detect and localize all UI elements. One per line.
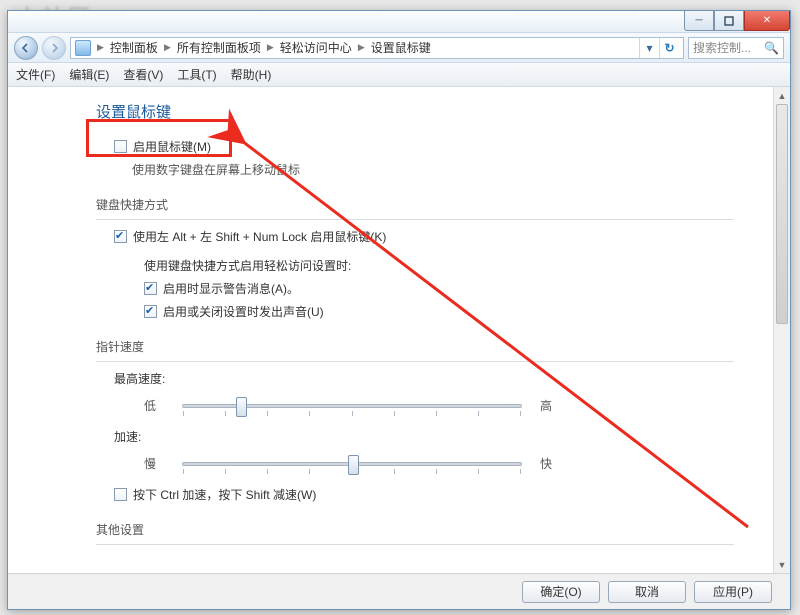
window-controls: ─ ✕ [684,11,790,31]
enable-mouse-keys-desc: 使用数字键盘在屏幕上移动鼠标 [132,161,734,178]
content-area: 设置鼠标键 启用鼠标键(M) 使用数字键盘在屏幕上移动鼠标 键盘快捷方式 使用左… [8,87,790,573]
menu-help[interactable]: 帮助(H) [231,66,272,83]
accel-slider[interactable] [182,462,522,466]
menu-bar: 文件(F) 编辑(E) 查看(V) 工具(T) 帮助(H) [8,63,790,87]
chevron-right-icon: ▶ [162,42,173,53]
slider-low-label: 低 [144,397,164,414]
breadcrumb-item[interactable]: 设置鼠标键 [371,39,431,56]
other-section-label: 其他设置 [96,521,734,538]
apply-button[interactable]: 应用(P) [694,581,772,603]
nav-back-button[interactable] [14,36,38,60]
breadcrumb-bar[interactable]: ▶ 控制面板 ▶ 所有控制面板项 ▶ 轻松访问中心 ▶ 设置鼠标键 ▾ ↻ [70,37,684,59]
enable-mouse-keys-label: 启用鼠标键(M) [133,138,211,155]
history-dropdown-button[interactable]: ▾ [639,38,659,58]
make-sound-checkbox[interactable] [144,305,157,318]
minimize-button[interactable]: ─ [684,11,714,31]
breadcrumb-item[interactable]: 控制面板 [110,39,158,56]
top-speed-label: 最高速度: [114,370,734,387]
top-speed-thumb[interactable] [236,397,247,417]
vertical-scrollbar[interactable]: ▲ ▼ [773,87,790,573]
slider-high-label: 高 [540,397,560,414]
accel-label: 加速: [114,428,734,445]
make-sound-label: 启用或关闭设置时发出声音(U) [163,303,324,320]
top-speed-slider-row: 低 高 [144,397,734,414]
chevron-right-icon: ▶ [356,42,367,53]
dialog-footer: 确定(O) 取消 应用(P) [8,573,790,609]
control-panel-icon [75,40,91,56]
shortcut-toggle-label: 使用左 Alt + 左 Shift + Num Lock 启用鼠标键(K) [133,228,386,245]
search-placeholder: 搜索控制... [693,39,751,56]
scrollbar-thumb[interactable] [776,104,788,324]
divider [96,544,734,545]
close-button[interactable]: ✕ [744,11,790,31]
search-icon: 🔍 [764,41,779,55]
shortcut-toggle-checkbox[interactable] [114,230,127,243]
breadcrumb-item[interactable]: 轻松访问中心 [280,39,352,56]
breadcrumb-item[interactable]: 所有控制面板项 [177,39,261,56]
menu-file[interactable]: 文件(F) [16,66,55,83]
pointer-speed-section-label: 指针速度 [96,338,734,355]
slider-fast-label: 快 [540,455,560,472]
maximize-button[interactable] [714,11,744,31]
chevron-right-icon: ▶ [265,42,276,53]
chevron-right-icon: ▶ [95,42,106,53]
shortcut-section-label: 键盘快捷方式 [96,196,734,213]
search-box[interactable]: 搜索控制... 🔍 [688,37,784,59]
title-bar: 🔺 ─ ✕ [8,11,790,33]
divider [96,361,734,362]
ok-button[interactable]: 确定(O) [522,581,600,603]
divider [96,219,734,220]
menu-edit[interactable]: 编辑(E) [69,66,109,83]
top-speed-slider[interactable] [182,404,522,408]
nav-forward-button[interactable] [42,36,66,60]
accel-thumb[interactable] [348,455,359,475]
ctrl-shift-checkbox[interactable] [114,488,127,501]
slider-slow-label: 慢 [144,455,164,472]
refresh-button[interactable]: ↻ [659,38,679,58]
accel-slider-row: 慢 快 [144,455,734,472]
show-warning-label: 启用时显示警告消息(A)。 [163,280,299,297]
page-title: 设置鼠标键 [96,101,734,122]
menu-tools[interactable]: 工具(T) [177,66,216,83]
enable-mouse-keys-row: 启用鼠标键(M) [114,138,734,155]
ctrl-shift-label: 按下 Ctrl 加速，按下 Shift 减速(W) [133,486,316,503]
scroll-down-arrow-icon[interactable]: ▼ [774,556,790,573]
enable-mouse-keys-checkbox[interactable] [114,140,127,153]
menu-view[interactable]: 查看(V) [123,66,163,83]
window: 🔺 ─ ✕ ▶ 控制面板 ▶ 所有控制面板项 ▶ 轻松访问中心 ▶ 设置鼠标键 [7,10,791,610]
shortcut-when-label: 使用键盘快捷方式启用轻松访问设置时: [144,257,734,274]
address-bar-row: ▶ 控制面板 ▶ 所有控制面板项 ▶ 轻松访问中心 ▶ 设置鼠标键 ▾ ↻ 搜索… [8,33,790,63]
cancel-button[interactable]: 取消 [608,581,686,603]
scroll-up-arrow-icon[interactable]: ▲ [774,87,790,104]
show-warning-checkbox[interactable] [144,282,157,295]
